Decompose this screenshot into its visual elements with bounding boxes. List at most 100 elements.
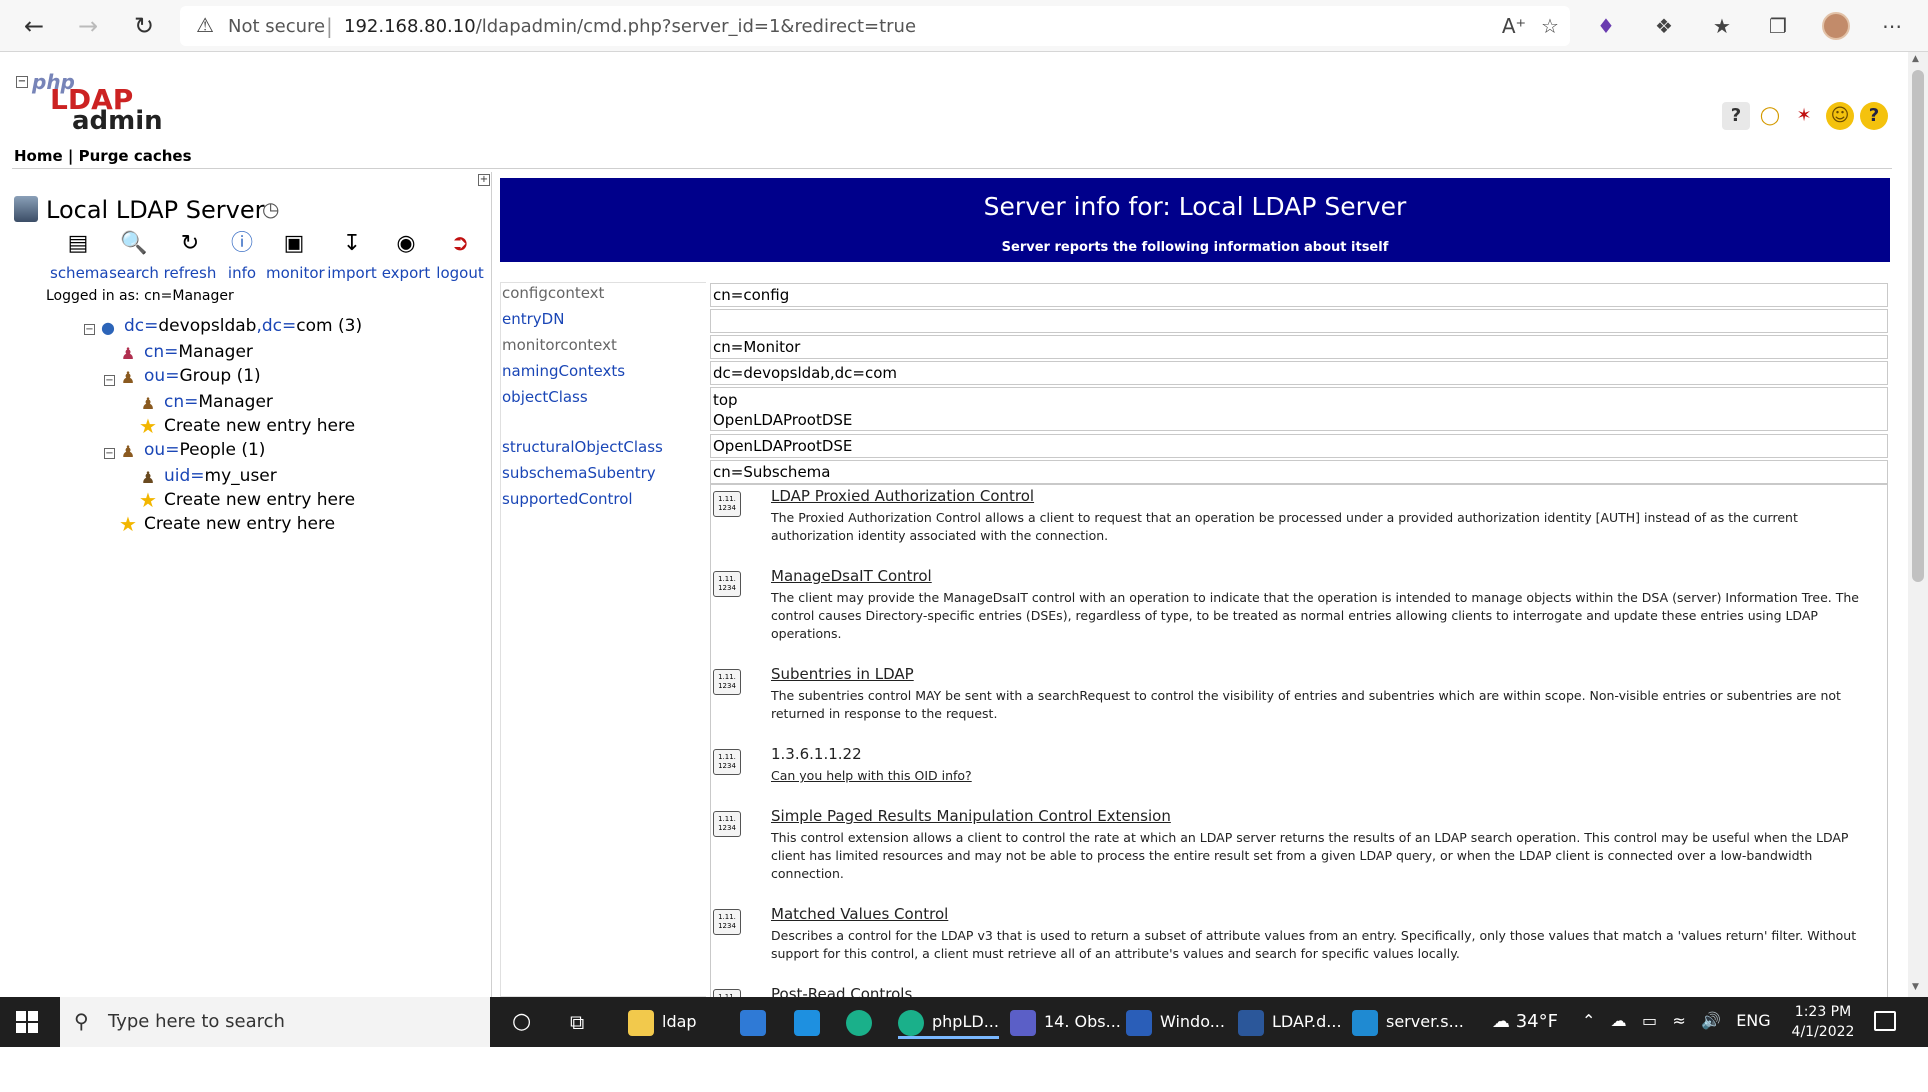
control-name[interactable]: ManageDsaIT Control [771, 567, 932, 585]
lightbulb-icon[interactable]: ◯ [1756, 102, 1784, 130]
monitor-icon: ▣ [283, 231, 305, 256]
attr-name-configcontext: configcontext [502, 284, 605, 302]
scrollbar-thumb[interactable] [1912, 70, 1924, 582]
word-icon [1238, 1009, 1264, 1036]
tree-user[interactable]: uid=my_user [164, 466, 277, 486]
page-scrollbar[interactable]: ▲ ▼ [1908, 52, 1928, 997]
powershell-icon [1126, 1009, 1152, 1036]
tree-group[interactable]: ou=Group (1) [144, 366, 261, 386]
taskbar-item-powershell[interactable]: Windo... [1126, 1005, 1225, 1039]
support-icon[interactable]: ? [1860, 102, 1888, 130]
schema-icon: ▤ [67, 231, 89, 256]
collapse-root-icon[interactable]: − [84, 324, 95, 335]
battery-icon[interactable]: ▭ [1642, 1011, 1657, 1030]
logout-icon: ➲ [450, 231, 470, 256]
panel-collapse-icon[interactable]: + [478, 174, 490, 186]
profile-avatar[interactable] [1822, 12, 1850, 40]
tree-manager[interactable]: cn=Manager [144, 342, 253, 362]
tool-refresh[interactable]: ↻ refresh [162, 230, 218, 282]
tool-schema[interactable]: ▤ schema [50, 230, 109, 282]
control-name[interactable]: Matched Values Control [771, 905, 948, 923]
control-name[interactable]: LDAP Proxied Authorization Control [771, 487, 1034, 505]
scroll-up-icon[interactable]: ▲ [1912, 54, 1919, 64]
taskbar-clock[interactable]: 1:23 PM 4/1/2022 [1778, 1002, 1868, 1042]
tree-people[interactable]: ou=People (1) [144, 440, 265, 460]
edge-icon[interactable] [846, 1005, 880, 1039]
address-bar[interactable]: ⚠ Not secure | 192.168.80.10/ldapadmin/c… [180, 6, 1570, 46]
attr-name-subschemasubentry[interactable]: subschemaSubentry [502, 464, 656, 482]
back-arrow-icon[interactable]: ← [18, 10, 50, 42]
system-tray[interactable]: ⌃ ☁ ▭ ≈ 🔊 ENG [1582, 1011, 1771, 1030]
tool-logout[interactable]: ➲ logout [432, 230, 488, 282]
phpldapadmin-logo[interactable]: − php LDAP admin [14, 70, 163, 136]
scroll-down-icon[interactable]: ▼ [1912, 982, 1919, 992]
not-secure-label[interactable]: Not secure [228, 16, 325, 37]
onedrive-icon[interactable]: ☁ [1611, 1011, 1627, 1030]
bug-icon[interactable]: ✶ [1790, 102, 1818, 130]
tree-root[interactable]: dc=devopsldab,dc=com (3) [124, 316, 362, 336]
home-link[interactable]: Home [14, 147, 63, 165]
smiley-icon[interactable]: ☺ [1826, 102, 1854, 130]
collapse-people-icon[interactable]: − [104, 448, 115, 459]
attr-name-entrydn[interactable]: entryDN [502, 310, 564, 328]
attr-name-namingcontexts[interactable]: namingContexts [502, 362, 625, 380]
extension-icon[interactable]: ♦ [1592, 12, 1620, 40]
read-aloud-icon[interactable]: A⁺ [1500, 12, 1528, 40]
app-icon[interactable] [794, 1005, 828, 1039]
forward-arrow-icon[interactable]: → [72, 10, 104, 42]
control-name[interactable]: Simple Paged Results Manipulation Contro… [771, 807, 1171, 825]
purge-caches-link[interactable]: Purge caches [79, 147, 192, 165]
reload-icon[interactable]: ↻ [128, 10, 160, 42]
favorites-icon[interactable]: ★ [1708, 12, 1736, 40]
taskbar-item-teams[interactable]: 14. Obs... [1010, 1005, 1121, 1039]
tool-label: search [109, 264, 159, 282]
add-favorite-icon[interactable]: ☆ [1536, 12, 1564, 40]
tool-monitor[interactable]: ▣ monitor [266, 230, 325, 282]
extensions-puzzle-icon[interactable]: ❖ [1650, 12, 1678, 40]
control-description: The client may provide the ManageDsaIT c… [771, 590, 1859, 641]
volume-icon[interactable]: 🔊 [1701, 1011, 1721, 1030]
server-name[interactable]: Local LDAP Server [46, 196, 264, 224]
help-icon[interactable]: ? [1722, 102, 1750, 130]
cortana-icon[interactable]: ○ [512, 1005, 531, 1039]
taskbar-search[interactable]: ⚲ Type here to search [60, 997, 490, 1047]
objectclass-value-2: OpenLDAProotDSE [713, 411, 853, 429]
control-name[interactable]: Subentries in LDAP [771, 665, 914, 683]
attr-name-objectclass[interactable]: objectClass [502, 388, 588, 406]
tool-export[interactable]: ◉ export [378, 230, 434, 282]
more-menu-icon[interactable]: ⋯ [1878, 12, 1906, 40]
collapse-group-icon[interactable]: − [104, 375, 115, 386]
wifi-icon[interactable]: ≈ [1672, 1011, 1685, 1030]
taskbar-item-phpldapadmin[interactable]: phpLD... [898, 1005, 999, 1039]
taskbar-item-ldap[interactable]: ldap [628, 1005, 697, 1039]
tree-group-manager[interactable]: cn=Manager [164, 392, 273, 412]
store-icon[interactable] [740, 1005, 774, 1039]
url-text[interactable]: 192.168.80.10/ldapadmin/cmd.php?server_i… [344, 16, 916, 37]
create-entry-people[interactable]: Create new entry here [164, 490, 355, 510]
language-indicator[interactable]: ENG [1736, 1011, 1770, 1030]
address-separator: | [326, 14, 333, 38]
attr-value-namingcontexts: dc=devopsldab,dc=com [710, 361, 1888, 385]
tool-search[interactable]: 🔍 search [106, 230, 162, 282]
tool-info[interactable]: ⓘ info [214, 230, 270, 282]
oid-help-link[interactable]: Can you help with this OID info? [771, 767, 1881, 785]
windows-start-icon[interactable] [16, 1011, 38, 1033]
taskbar-item-vscode[interactable]: server.s... [1352, 1005, 1464, 1039]
attr-value-subschemasubentry: cn=Subschema [710, 460, 1888, 484]
clock-time: 1:23 PM [1794, 1004, 1852, 1020]
collections-icon[interactable]: ❐ [1764, 12, 1792, 40]
tool-import[interactable]: ↧ import [324, 230, 380, 282]
task-view-icon[interactable]: ⧉ [570, 1005, 584, 1039]
create-entry-group[interactable]: Create new entry here [164, 416, 355, 436]
attr-name-supportedcontrol[interactable]: supportedControl [502, 490, 633, 508]
attr-value-monitorcontext: cn=Monitor [710, 335, 1888, 359]
taskbar-item-word[interactable]: LDAP.d... [1238, 1005, 1342, 1039]
attr-name-structuralobjectclass[interactable]: structuralObjectClass [502, 438, 663, 456]
chevron-up-icon[interactable]: ⌃ [1582, 1011, 1595, 1030]
create-entry-root[interactable]: Create new entry here [144, 514, 335, 534]
notification-icon[interactable] [1874, 1011, 1896, 1031]
cloud-icon: ☁ [1492, 1011, 1510, 1032]
control-description: The Proxied Authorization Control allows… [771, 510, 1798, 543]
weather-widget[interactable]: ☁ 34°F [1492, 1011, 1558, 1032]
server-info-header: Server info for: Local LDAP Server Serve… [500, 178, 1890, 262]
